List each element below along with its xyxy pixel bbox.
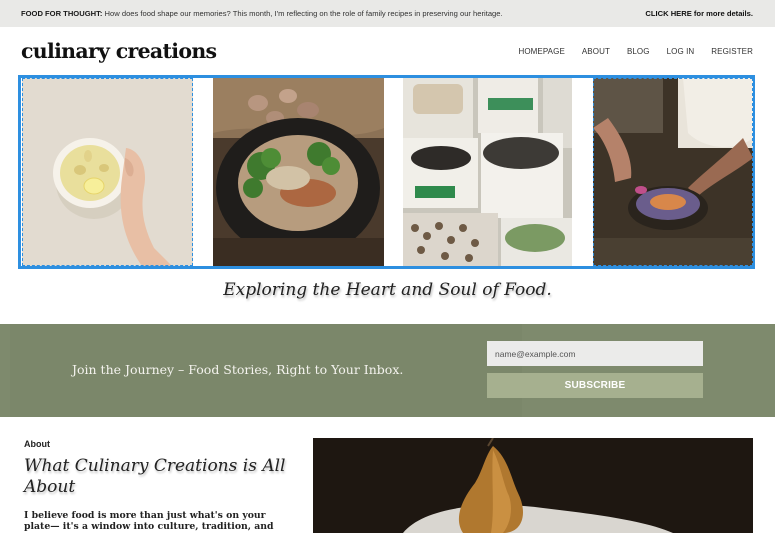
nav-register[interactable]: REGISTER <box>711 47 753 56</box>
nav-log-in[interactable]: LOG IN <box>667 47 695 56</box>
gallery-image-grain-bowl[interactable] <box>213 78 384 266</box>
announcement-bar: FOOD FOR THOUGHT: How does food shape ou… <box>0 0 775 27</box>
about-title: What Culinary Creations is All About <box>24 456 286 497</box>
nav-blog[interactable]: BLOG <box>627 47 650 56</box>
subscribe-button[interactable]: SUBSCRIBE <box>487 373 703 398</box>
site-logo[interactable]: culinary creations <box>21 39 217 63</box>
site-tagline: Exploring the Heart and Soul of Food. <box>223 280 552 300</box>
newsletter-section: Join the Journey – Food Stories, Right t… <box>0 324 775 417</box>
gallery-image-market-sacks[interactable] <box>403 78 572 266</box>
announcement-text: How does food shape our memories? This m… <box>104 9 503 18</box>
email-field[interactable] <box>487 341 703 366</box>
nav-homepage[interactable]: HOMEPAGE <box>518 47 564 56</box>
site-header: culinary creations HOMEPAGE ABOUT BLOG L… <box>0 27 775 75</box>
newsletter-heading: Join the Journey – Food Stories, Right t… <box>72 362 404 377</box>
image-gallery[interactable] <box>18 75 755 269</box>
announcement-cta-link[interactable]: CLICK HERE for more details. <box>645 9 753 18</box>
gallery-image-ginger-tea[interactable] <box>22 78 193 266</box>
gallery-image-cooking-hands[interactable] <box>593 78 753 266</box>
about-label: About <box>24 439 50 449</box>
nav-about[interactable]: ABOUT <box>582 47 610 56</box>
about-image-pear <box>313 438 753 533</box>
about-body: I believe food is more than just what's … <box>24 510 274 533</box>
main-nav: HOMEPAGE ABOUT BLOG LOG IN REGISTER <box>501 47 753 56</box>
announcement-lead: FOOD FOR THOUGHT: <box>21 9 103 18</box>
announcement-message: FOOD FOR THOUGHT: How does food shape ou… <box>21 9 503 18</box>
